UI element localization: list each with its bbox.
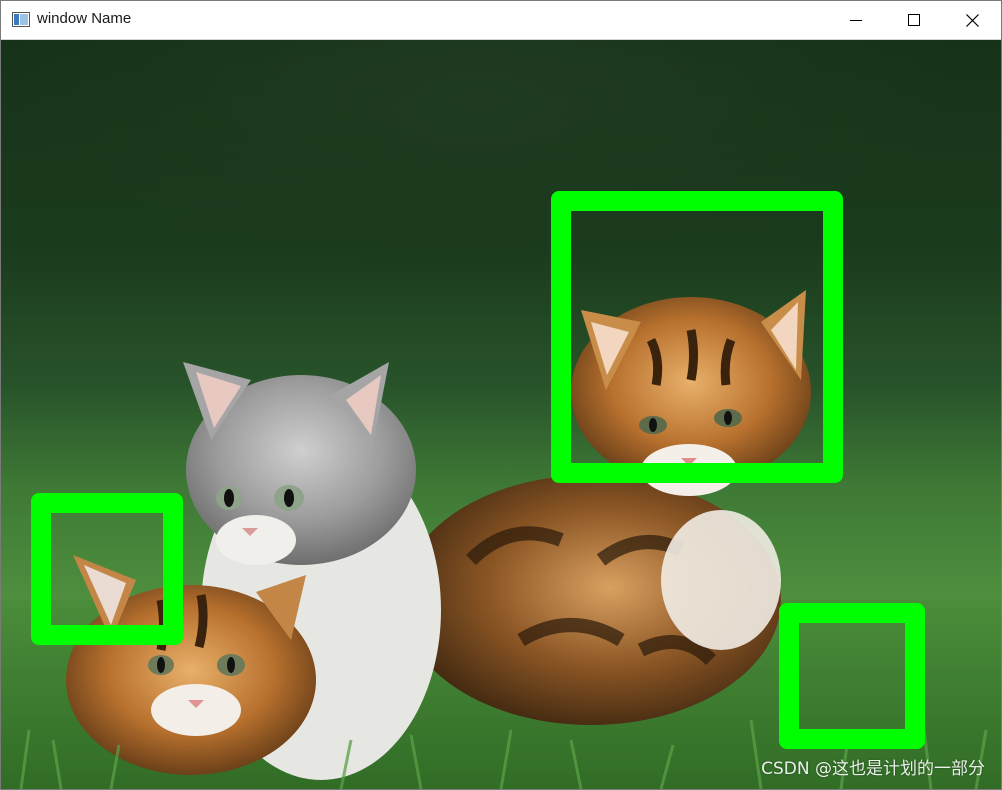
maximize-button[interactable] [885, 1, 943, 39]
detection-box [551, 191, 843, 483]
detection-box [779, 603, 925, 749]
minimize-button[interactable] [827, 1, 885, 39]
minimize-icon [850, 20, 862, 21]
close-button[interactable] [943, 1, 1001, 39]
window-title: window Name [37, 10, 132, 27]
app-icon [12, 12, 30, 27]
title-bar[interactable]: window Name [1, 1, 1001, 40]
detection-box [31, 493, 183, 645]
opencv-window: window Name CSDN @这也是计划的一部分 [0, 0, 1002, 790]
close-icon [965, 13, 979, 27]
watermark-text: CSDN @这也是计划的一部分 [761, 759, 985, 779]
image-canvas: CSDN @这也是计划的一部分 [1, 40, 1001, 789]
maximize-icon [908, 14, 920, 26]
